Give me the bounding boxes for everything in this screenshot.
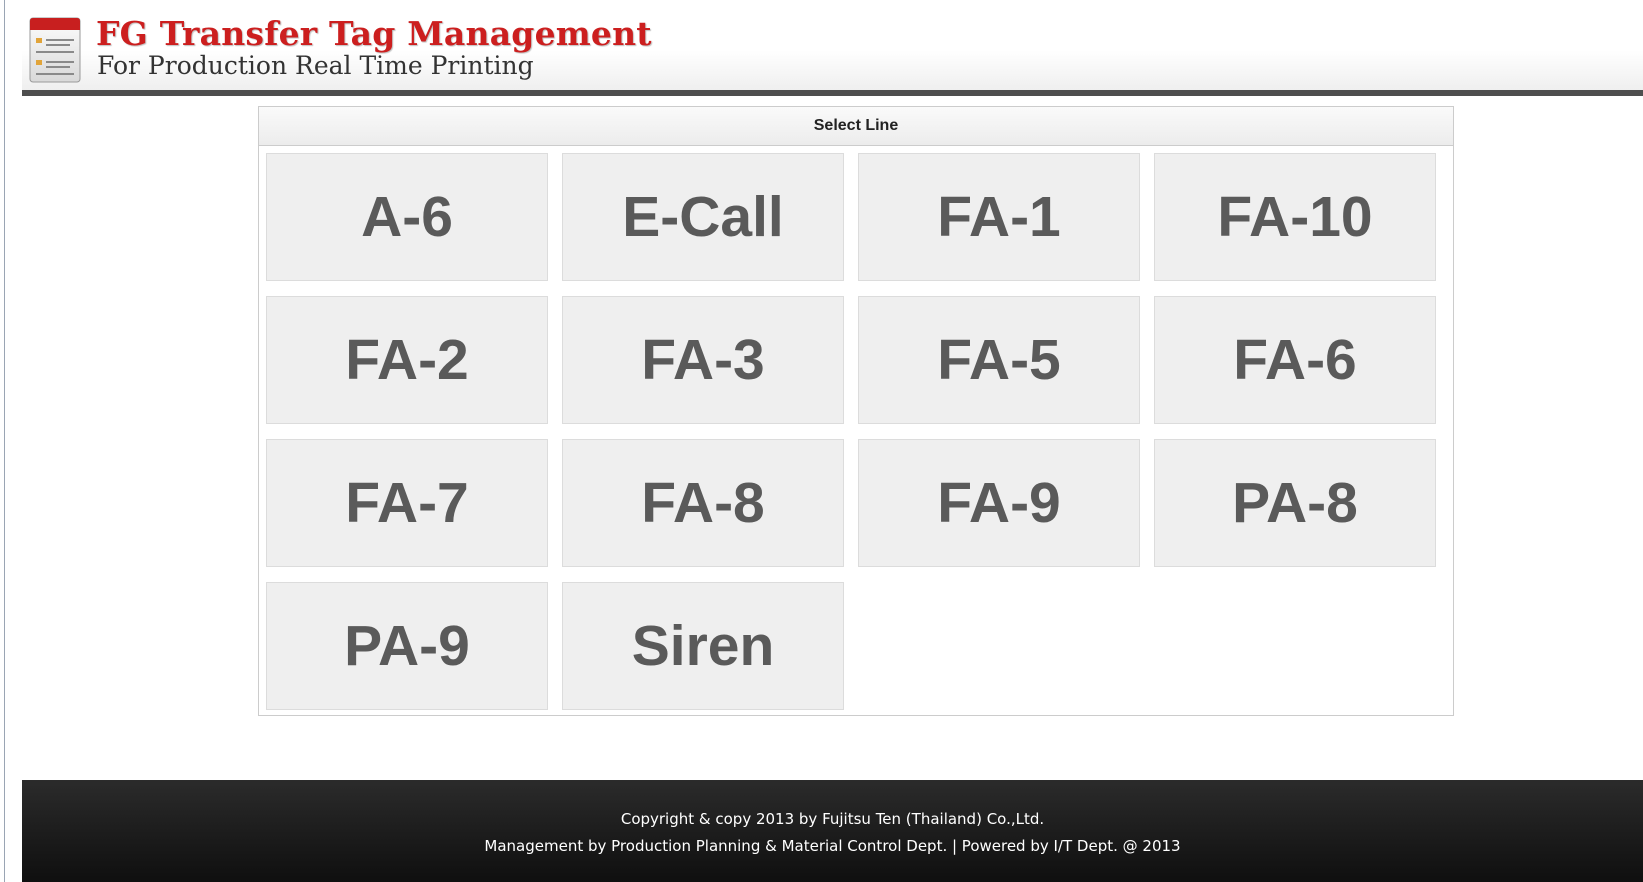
header-divider bbox=[22, 90, 1643, 96]
select-line-panel: Select Line A-6 E-Call FA-1 FA-10 FA-2 F… bbox=[258, 106, 1454, 716]
panel-title: Select Line bbox=[259, 107, 1453, 146]
line-button-e-call[interactable]: E-Call bbox=[562, 153, 844, 281]
line-button-fa-7[interactable]: FA-7 bbox=[266, 439, 548, 567]
line-button-fa-2[interactable]: FA-2 bbox=[266, 296, 548, 424]
line-button-pa-9[interactable]: PA-9 bbox=[266, 582, 548, 710]
document-list-icon bbox=[29, 17, 81, 83]
line-button-fa-5[interactable]: FA-5 bbox=[858, 296, 1140, 424]
app-subtitle: For Production Real Time Printing bbox=[97, 51, 534, 80]
footer-credits: Management by Production Planning & Mate… bbox=[484, 837, 1181, 855]
line-button-fa-1[interactable]: FA-1 bbox=[858, 153, 1140, 281]
footer-copyright: Copyright & copy 2013 by Fujitsu Ten (Th… bbox=[620, 810, 1045, 828]
line-button-fa-10[interactable]: FA-10 bbox=[1154, 153, 1436, 281]
left-border bbox=[4, 0, 5, 882]
line-button-fa-3[interactable]: FA-3 bbox=[562, 296, 844, 424]
app-title: FG Transfer Tag Management bbox=[96, 14, 652, 53]
line-button-siren[interactable]: Siren bbox=[562, 582, 844, 710]
line-button-a-6[interactable]: A-6 bbox=[266, 153, 548, 281]
line-button-pa-8[interactable]: PA-8 bbox=[1154, 439, 1436, 567]
line-button-fa-6[interactable]: FA-6 bbox=[1154, 296, 1436, 424]
line-button-fa-9[interactable]: FA-9 bbox=[858, 439, 1140, 567]
page-footer: Copyright & copy 2013 by Fujitsu Ten (Th… bbox=[22, 780, 1643, 882]
line-button-fa-8[interactable]: FA-8 bbox=[562, 439, 844, 567]
